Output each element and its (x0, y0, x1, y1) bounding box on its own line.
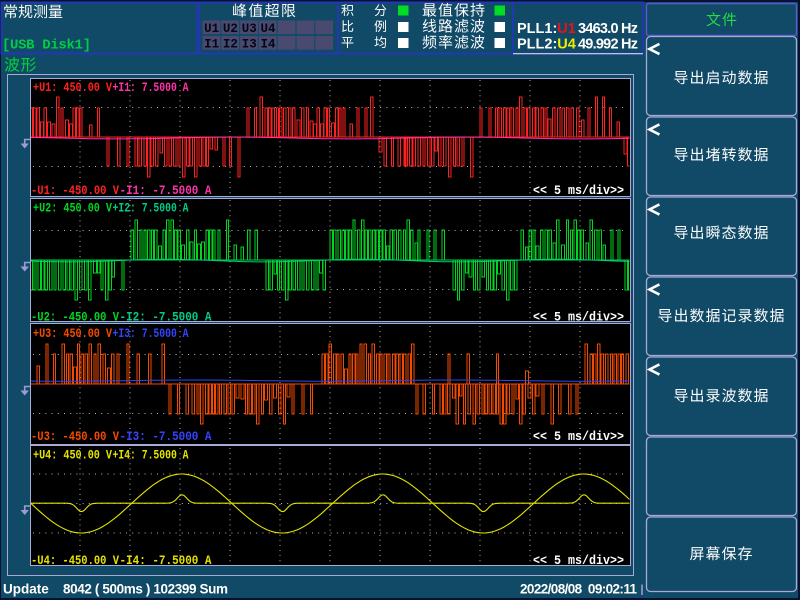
svg-text:-I4: -7.5000 A: -I4: -7.5000 A (120, 553, 212, 568)
svg-text:I2: I2 (223, 37, 238, 51)
svg-text:<< 5 ms/div>>: << 5 ms/div>> (533, 553, 624, 568)
svg-text:U1: U1 (204, 22, 219, 36)
svg-text:I4: I4 (261, 37, 277, 51)
svg-text:[USB Disk1]: [USB Disk1] (2, 38, 91, 54)
svg-text:U4: U4 (261, 22, 277, 36)
svg-text:3463.0 Hz: 3463.0 Hz (578, 21, 638, 37)
svg-text:2022/08/08 09:02:11: 2022/08/08 09:02:11 (520, 582, 637, 597)
svg-text:+I2: 7.5000 A: +I2: 7.5000 A (113, 201, 189, 216)
svg-text:-U4: -450.00 V: -U4: -450.00 V (31, 553, 119, 568)
svg-text:I3: I3 (242, 37, 257, 51)
svg-text:<< 5 ms/div>>: << 5 ms/div>> (533, 309, 624, 324)
svg-text:-I2: -7.5000 A: -I2: -7.5000 A (120, 309, 212, 324)
svg-text:+I1: 7.5000 A: +I1: 7.5000 A (113, 80, 189, 95)
svg-text:PLL1:U1: PLL1:U1 (517, 21, 576, 37)
svg-text:I1: I1 (204, 37, 219, 51)
svg-text:Update: Update (3, 582, 49, 597)
svg-text:+I3: 7.5000 A: +I3: 7.5000 A (113, 326, 189, 341)
svg-text:+U4: 450.00 V: +U4: 450.00 V (33, 448, 112, 463)
svg-text:-I1: -7.5000 A: -I1: -7.5000 A (120, 183, 212, 198)
svg-text:-U1: -450.00 V: -U1: -450.00 V (31, 183, 119, 198)
svg-text:+U3: 450.00 V: +U3: 450.00 V (33, 326, 112, 341)
svg-text:+I4: 7.5000 A: +I4: 7.5000 A (113, 448, 189, 463)
svg-text:-I3: -7.5000 A: -I3: -7.5000 A (120, 429, 212, 444)
svg-text:<< 5 ms/div>>: << 5 ms/div>> (533, 429, 624, 444)
svg-text:-U3: -450.00 V: -U3: -450.00 V (31, 429, 119, 444)
svg-text:+U2: 450.00 V: +U2: 450.00 V (33, 201, 112, 216)
svg-text:-U2: -450.00 V: -U2: -450.00 V (31, 309, 119, 324)
svg-text:PLL2:U4: PLL2:U4 (517, 37, 576, 53)
svg-text:49.992 Hz: 49.992 Hz (578, 37, 638, 53)
svg-text:U3: U3 (242, 22, 257, 36)
svg-text:+U1: 450.00 V: +U1: 450.00 V (33, 80, 112, 95)
svg-text:8042 ( 500ms ) 102399 Sum: 8042 ( 500ms ) 102399 Sum (63, 582, 228, 597)
svg-text:U2: U2 (223, 22, 238, 36)
svg-text:<< 5 ms/div>>: << 5 ms/div>> (533, 183, 624, 198)
